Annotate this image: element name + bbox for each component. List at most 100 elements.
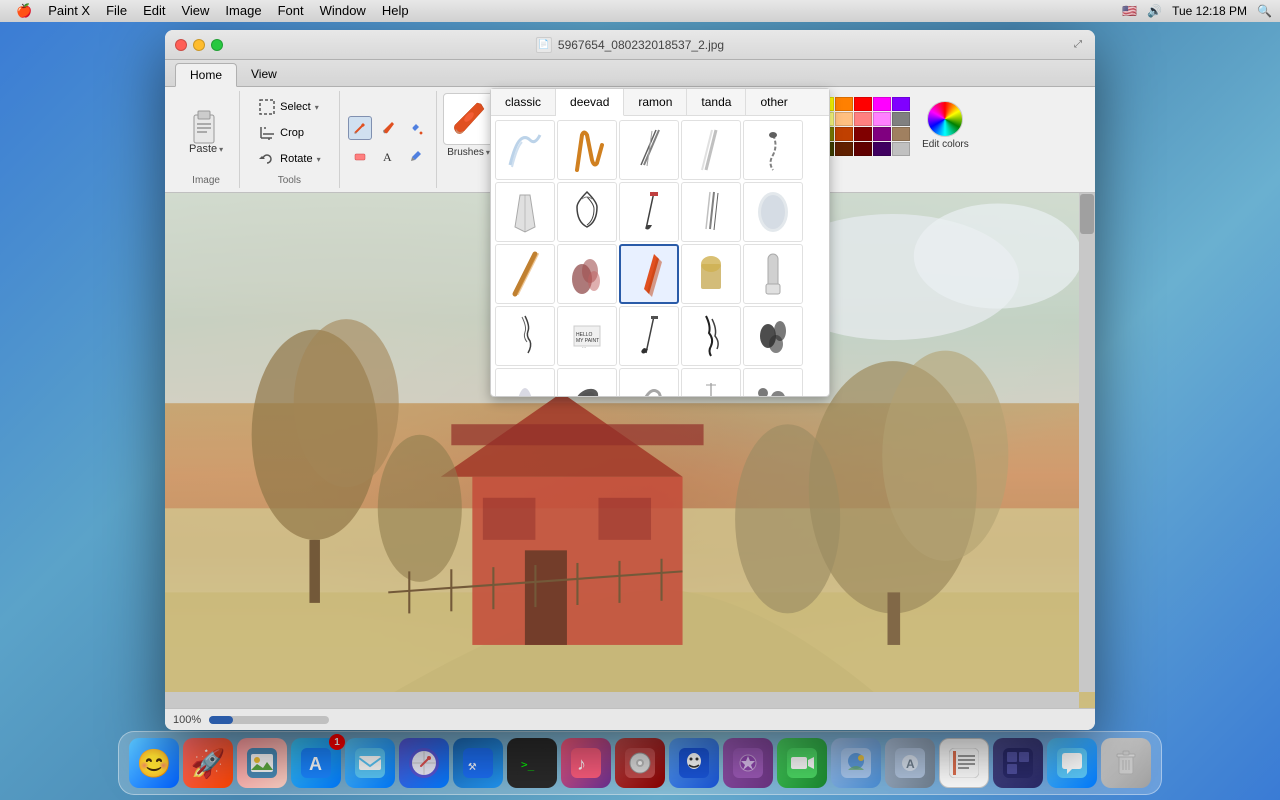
color-extra10[interactable]: [892, 142, 910, 156]
brush-cell-3[interactable]: [619, 120, 679, 180]
dock-qq[interactable]: [669, 738, 719, 788]
brush-tab-classic[interactable]: classic: [491, 89, 556, 115]
color-gray1[interactable]: [892, 112, 910, 126]
crop-tool[interactable]: Crop: [252, 121, 326, 145]
color-tan[interactable]: [892, 127, 910, 141]
menu-view[interactable]: View: [173, 0, 217, 22]
color-extra7[interactable]: [835, 142, 853, 156]
color-dkorange[interactable]: [835, 127, 853, 141]
color-orange1[interactable]: [835, 97, 853, 111]
brush-cell-19[interactable]: [681, 306, 741, 366]
brush-cell-24[interactable]: [681, 368, 741, 396]
crop-icon: [258, 124, 276, 142]
brush-cell-1[interactable]: [495, 120, 555, 180]
vertical-scrollbar[interactable]: [1079, 193, 1095, 692]
dock-textedit[interactable]: [939, 738, 989, 788]
dock-trash[interactable]: [1101, 738, 1151, 788]
color-extra9[interactable]: [873, 142, 891, 156]
tab-home[interactable]: Home: [175, 63, 237, 87]
brush-cell-16[interactable]: [495, 306, 555, 366]
brush-cell-6[interactable]: [495, 182, 555, 242]
brush-cell-18[interactable]: [619, 306, 679, 366]
brush-tool[interactable]: [376, 116, 400, 140]
color-ltpurple[interactable]: [873, 112, 891, 126]
brush-cell-23[interactable]: [619, 368, 679, 396]
menu-image[interactable]: Image: [217, 0, 269, 22]
color-extra8[interactable]: [854, 142, 872, 156]
brush-cell-10[interactable]: [743, 182, 803, 242]
brush-cell-22[interactable]: [557, 368, 617, 396]
menu-window[interactable]: Window: [312, 0, 374, 22]
brush-tab-ramon[interactable]: ramon: [624, 89, 687, 115]
dock-iphoto[interactable]: [831, 738, 881, 788]
tab-view[interactable]: View: [237, 63, 291, 86]
dock-mail[interactable]: [345, 738, 395, 788]
volume-icon[interactable]: 🔊: [1147, 4, 1162, 18]
color-dkpurple[interactable]: [873, 127, 891, 141]
color-magenta[interactable]: [873, 97, 891, 111]
brush-cell-4[interactable]: [681, 120, 741, 180]
zoom-bar[interactable]: [209, 716, 329, 724]
dock-music[interactable]: ♪: [561, 738, 611, 788]
brush-cell-7[interactable]: [557, 182, 617, 242]
brush-cell-11[interactable]: [495, 244, 555, 304]
dock-safari[interactable]: [399, 738, 449, 788]
menu-help[interactable]: Help: [374, 0, 417, 22]
text-tool[interactable]: A: [376, 144, 400, 168]
minimize-button[interactable]: [193, 39, 205, 51]
brush-cell-13[interactable]: [619, 244, 679, 304]
color-red1[interactable]: [854, 97, 872, 111]
dock-finder[interactable]: 😊: [129, 738, 179, 788]
brush-cell-9[interactable]: [681, 182, 741, 242]
pencil-tool[interactable]: [348, 116, 372, 140]
vertical-scrollbar-thumb[interactable]: [1080, 194, 1094, 234]
brush-cell-5[interactable]: [743, 120, 803, 180]
brush-cell-8[interactable]: [619, 182, 679, 242]
menu-edit[interactable]: Edit: [135, 0, 173, 22]
dock-terminal[interactable]: >_: [507, 738, 557, 788]
brush-cell-20[interactable]: [743, 306, 803, 366]
dock-xcode[interactable]: ⚒: [453, 738, 503, 788]
brush-grid-container[interactable]: HELLO MY PAINT ...: [491, 116, 829, 396]
dock-appfolder[interactable]: A: [885, 738, 935, 788]
maximize-button[interactable]: [211, 39, 223, 51]
brush-cell-12[interactable]: [557, 244, 617, 304]
brush-cell-17[interactable]: HELLO MY PAINT ...: [557, 306, 617, 366]
color-dkred[interactable]: [854, 127, 872, 141]
color-orange2[interactable]: [835, 112, 853, 126]
brush-tab-deevad[interactable]: deevad: [556, 89, 624, 116]
edit-colors-button[interactable]: Edit colors: [916, 97, 975, 154]
dock-facetime[interactable]: [777, 738, 827, 788]
dock-photos[interactable]: [237, 738, 287, 788]
paste-button[interactable]: Paste ▾: [181, 107, 231, 159]
dock-launchpad[interactable]: 🚀: [183, 738, 233, 788]
rotate-tool[interactable]: Rotate ▾: [252, 147, 326, 171]
brush-tab-tanda[interactable]: tanda: [687, 89, 746, 115]
brushes-button[interactable]: [443, 93, 495, 145]
dock-dvd[interactable]: [615, 738, 665, 788]
color-purple[interactable]: [892, 97, 910, 111]
brush-tab-other[interactable]: other: [746, 89, 801, 115]
search-icon[interactable]: 🔍: [1257, 4, 1272, 18]
brush-cell-2[interactable]: [557, 120, 617, 180]
apple-menu[interactable]: 🍎: [8, 0, 40, 22]
dock-wunderkind[interactable]: [723, 738, 773, 788]
menu-file[interactable]: File: [98, 0, 135, 22]
dock-appstore[interactable]: A 1: [291, 738, 341, 788]
dock-messages[interactable]: [1047, 738, 1097, 788]
select-tool[interactable]: Select ▾: [252, 95, 326, 119]
menu-font[interactable]: Font: [270, 0, 312, 22]
dock-tilesgame[interactable]: [993, 738, 1043, 788]
eyedropper-tool[interactable]: [404, 144, 428, 168]
close-button[interactable]: [175, 39, 187, 51]
horizontal-scrollbar[interactable]: [165, 692, 1079, 708]
fill-tool[interactable]: [404, 116, 428, 140]
menu-paintx[interactable]: Paint X: [40, 0, 98, 22]
eraser-tool[interactable]: [348, 144, 372, 168]
expand-button[interactable]: ⤢: [1071, 38, 1085, 52]
color-pink[interactable]: [854, 112, 872, 126]
brush-cell-15[interactable]: [743, 244, 803, 304]
brush-cell-21[interactable]: [495, 368, 555, 396]
brush-cell-14[interactable]: [681, 244, 741, 304]
brush-cell-25[interactable]: [743, 368, 803, 396]
